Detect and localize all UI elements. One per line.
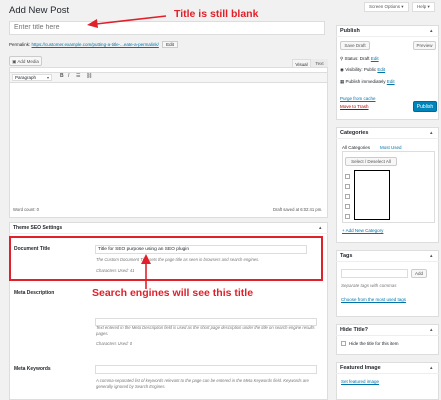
chevron-up-icon[interactable]: ▴ [430,327,433,333]
chevron-up-icon[interactable]: ▴ [430,253,433,259]
editor-area[interactable] [9,67,328,218]
status-row: ⚲ Status: Draft Edit [340,56,379,62]
page-title: Add New Post [9,5,70,16]
help-button[interactable]: Help ▾ [412,2,435,12]
title-annotation-text: Title is still blank [174,8,259,20]
categories-heading: Categories [336,127,439,139]
tags-heading: Tags [336,250,439,262]
move-to-trash-link[interactable]: Move to Trash [340,104,369,109]
schedule-row: ▦ Publish immediately Edit [340,79,395,85]
bullet-list-icon[interactable]: ☰ [76,73,80,79]
tag-input[interactable] [341,269,408,278]
category-checkbox[interactable] [345,214,350,219]
add-media-button[interactable]: ▣ Add Media [9,56,42,66]
editor-toolbar [9,72,328,83]
format-select[interactable]: Paragraph ▾ [12,74,52,81]
add-media-label: Add Media [17,59,39,64]
publish-heading: Publish [336,25,439,37]
draft-saved-status: Draft saved at 6:02:41 pm. [273,207,323,212]
chevron-up-icon[interactable]: ▴ [430,28,433,34]
purge-cache-link[interactable]: Purge from cache [340,96,376,101]
visibility-edit-link[interactable]: Edit [377,67,385,72]
hide-title-checkbox[interactable] [341,341,346,346]
meta-keywords-label: Meta Keywords [14,366,51,372]
document-title-label: Document Title [14,246,51,252]
schedule-edit-link[interactable]: Edit [387,79,395,84]
seo-settings-heading: Theme SEO Settings [9,222,328,234]
tags-hint: Separate tags with commas [341,283,397,288]
meta-keywords-field[interactable] [95,365,317,374]
most-used-tags-link[interactable]: Choose from the most used tags [341,297,406,302]
category-checkbox[interactable] [345,204,350,209]
visibility-text: Visibility: Public [345,67,377,72]
hide-title-heading: Hide Title? [336,324,439,336]
set-featured-image-link[interactable]: Set featured image [341,379,379,384]
document-title-field[interactable]: Title for SEO purpose using an SEO plugi… [95,245,307,254]
meta-description-label: Meta Description [14,290,55,296]
chevron-up-icon[interactable]: ▴ [430,130,433,136]
save-draft-button[interactable]: Save Draft [340,41,370,50]
add-tag-button[interactable]: Add [411,269,427,278]
meta-description-help: Text entered in the Meta Description fie… [96,325,315,337]
permalink-row: Permalink: https://customer.example.com/… [9,41,178,48]
italic-icon[interactable]: I [68,73,69,79]
category-checkbox[interactable] [345,174,350,179]
chevron-up-icon[interactable]: ▴ [430,365,433,371]
visibility-row: ◉ Visibility: Public Edit [340,67,385,73]
publish-button[interactable]: Publish [413,101,437,112]
hide-title-label: Hide the title for this item [349,341,399,346]
status-text: Status: Draft [344,56,370,61]
tab-all-categories[interactable]: All Categories [342,145,370,150]
preview-button[interactable]: Preview [413,41,436,50]
document-title-count: Characters Used: 41 [96,268,135,273]
add-new-category-link[interactable]: + Add New Category [342,228,383,233]
permalink-edit-button[interactable]: Edit [162,41,178,48]
featured-image-heading: Featured Image [336,362,439,374]
link-icon[interactable]: ⛓ [86,73,92,79]
status-edit-link[interactable]: Edit [371,56,379,61]
schedule-text: Publish immediately [345,79,386,84]
permalink-label: Permalink: [9,42,31,47]
document-title-description: The Custom Document Title sets the page … [96,257,260,262]
redacted-category-names [354,170,390,220]
bold-icon[interactable]: B [60,73,64,79]
category-checkbox[interactable] [345,184,350,189]
category-checkbox[interactable] [345,194,350,199]
screen-options-button[interactable]: Screen Options ▾ [364,2,409,12]
word-count: Word count: 0 [13,207,39,212]
chevron-down-icon: ▾ [46,75,49,80]
format-select-value: Paragraph [15,75,37,80]
meta-keywords-help: A comma-separated list of keywords relev… [96,378,309,390]
meta-description-count: Characters Used: 0 [96,341,133,346]
tab-most-used[interactable]: Most Used [380,145,402,150]
chevron-up-icon[interactable]: ▴ [319,225,322,231]
permalink-url[interactable]: https://customer.example.com/putting-a-t… [32,42,159,47]
search-annotation-text: Search engines will see this title [92,287,254,299]
select-deselect-all-button[interactable]: Select / Deselect All [345,157,397,166]
